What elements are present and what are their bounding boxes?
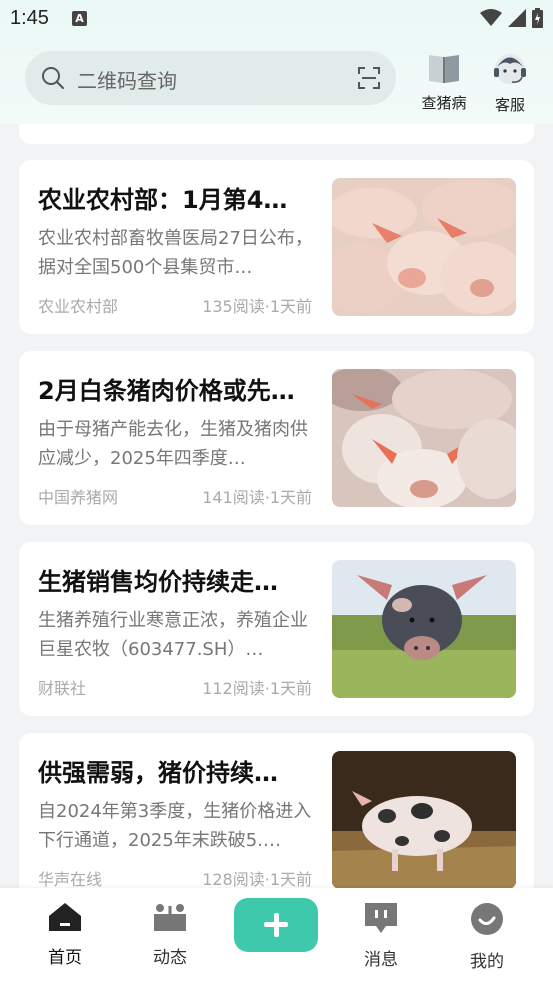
news-summary: 由于母猪产能去化，生猪及猪肉供应减少，2025年四季度… (38, 419, 308, 469)
bottom-navigation: 首页 动态 消息 我的 (0, 888, 553, 984)
news-meta: 112阅读·1天前 (202, 679, 312, 698)
news-card[interactable]: 农业农村部：1月第4… 农业农村部畜牧兽医局27日公布，据对全国500个县集贸市… (19, 160, 534, 334)
news-meta: 135阅读·1天前 (202, 297, 312, 316)
news-title: 生猪销售均价持续走… (38, 568, 278, 596)
customer-service-label: 客服 (494, 96, 525, 114)
news-summary: 生猪养殖行业寒意正浓，养殖企业巨星农牧（603477.SH）… (38, 610, 308, 660)
news-source: 华声在线 (38, 870, 103, 888)
community-icon (154, 904, 186, 931)
signal-icon (508, 9, 526, 27)
status-time: 1:45 (10, 7, 49, 29)
profile-icon (471, 903, 503, 935)
news-source: 财联社 (38, 679, 87, 698)
news-card[interactable]: 生猪销售均价持续走… 生猪养殖行业寒意正浓，养殖企业巨星农牧（603477.SH… (19, 542, 534, 716)
news-meta: 128阅读·1天前 (202, 870, 312, 888)
status-icons (480, 8, 543, 28)
nav-feed[interactable]: 动态 (130, 902, 210, 968)
news-title: 2月白条猪肉价格或先… (38, 377, 295, 405)
search-icon (42, 67, 64, 89)
news-thumbnail (332, 751, 516, 888)
search-bar[interactable]: 二维码查询 (25, 51, 396, 105)
news-thumbnail (332, 178, 516, 316)
wifi-icon (480, 9, 502, 26)
news-summary: 自2024年第3季度，生猪价格进入下行通道，2025年末跌破5.… (38, 801, 312, 851)
news-feed[interactable]: 农业农村部：1月第4… 农业农村部畜牧兽医局27日公布，据对全国500个县集贸市… (0, 124, 553, 888)
message-icon (365, 903, 397, 933)
scan-icon[interactable] (358, 67, 380, 89)
customer-service-button[interactable]: 客服 (481, 52, 539, 115)
nav-profile[interactable]: 我的 (447, 902, 527, 972)
book-icon (429, 55, 459, 83)
check-pig-disease-button[interactable]: 查猪病 (415, 52, 473, 113)
add-post-button[interactable] (234, 898, 318, 952)
news-title: 农业农村部：1月第4… (38, 186, 288, 214)
status-bar: 1:45 A (0, 0, 553, 38)
news-card[interactable]: 供强需弱，猪价持续… 自2024年第3季度，生猪价格进入下行通道，2025年末跌… (19, 733, 534, 888)
news-source: 农业农村部 (38, 297, 119, 316)
nav-home[interactable]: 首页 (25, 902, 105, 968)
header: 1:45 A 二维码查询 查猪病 客服 (0, 0, 553, 124)
news-summary: 农业农村部畜牧兽医局27日公布，据对全国500个县集贸市… (38, 228, 313, 278)
news-card-partial[interactable] (19, 124, 534, 144)
news-source: 中国养猪网 (38, 488, 119, 507)
nav-home-label: 首页 (48, 948, 82, 968)
customer-service-icon (494, 54, 526, 84)
battery-icon (532, 8, 543, 28)
news-title: 供强需弱，猪价持续… (38, 759, 278, 787)
notification-icon: A (72, 11, 87, 26)
news-card[interactable]: 2月白条猪肉价格或先… 由于母猪产能去化，生猪及猪肉供应减少，2025年四季度…… (19, 351, 534, 525)
search-placeholder: 二维码查询 (77, 69, 177, 93)
news-meta: 141阅读·1天前 (202, 488, 312, 507)
nav-profile-label: 我的 (470, 952, 504, 972)
nav-messages-label: 消息 (364, 950, 398, 970)
nav-messages[interactable]: 消息 (341, 902, 421, 970)
news-thumbnail (332, 369, 516, 507)
news-thumbnail (332, 560, 516, 698)
nav-feed-label: 动态 (153, 948, 187, 968)
home-icon (49, 903, 81, 931)
check-pig-disease-label: 查猪病 (421, 94, 467, 112)
